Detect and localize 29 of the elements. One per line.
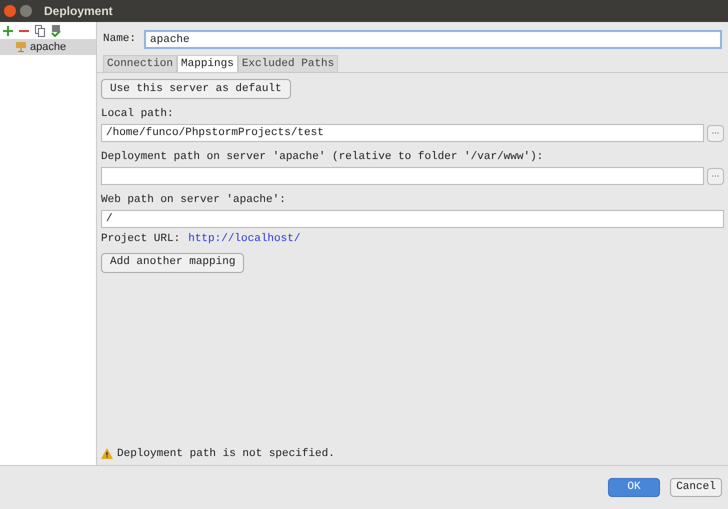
sidebar-item[interactable]: apache xyxy=(0,39,96,55)
field-label: Project URL: xyxy=(101,232,180,247)
field-label: Local path: xyxy=(101,107,175,121)
tab[interactable]: Mappings xyxy=(177,55,238,72)
field-label: Name: xyxy=(103,32,136,48)
project-url-link[interactable]: http://localhost/ xyxy=(188,231,300,248)
field-label: Deployment path on server 'apache' (relative to folder '/var/www'): xyxy=(101,150,544,164)
copy-icon[interactable] xyxy=(35,24,45,36)
plus-icon[interactable] xyxy=(3,26,13,36)
path-field[interactable]: / xyxy=(101,210,724,228)
warning-icon xyxy=(101,448,113,460)
tab[interactable]: Connection xyxy=(103,55,178,72)
name-field[interactable]: apache xyxy=(144,30,722,49)
ok-button[interactable]: OK xyxy=(608,478,660,497)
server-check-icon[interactable] xyxy=(51,24,61,36)
cancel-button[interactable]: Cancel xyxy=(670,478,722,497)
path-field[interactable]: /home/funco/PhpstormProjects/test xyxy=(101,124,704,142)
field-label: Web path on server 'apache': xyxy=(101,193,287,207)
warning-text: Deployment path is not specified. xyxy=(117,446,335,462)
browse-button[interactable] xyxy=(707,168,724,184)
window-title: Deployment xyxy=(44,3,113,20)
default-server-button[interactable]: Use this server as default xyxy=(101,79,291,99)
tab[interactable]: Excluded Paths xyxy=(238,55,338,72)
close-icon[interactable] xyxy=(4,5,16,17)
minimize-icon[interactable] xyxy=(20,5,32,17)
path-field[interactable] xyxy=(101,167,704,185)
browse-button[interactable] xyxy=(707,124,724,142)
add-mapping-button[interactable]: Add another mapping xyxy=(101,252,244,272)
server-icon xyxy=(16,42,26,52)
